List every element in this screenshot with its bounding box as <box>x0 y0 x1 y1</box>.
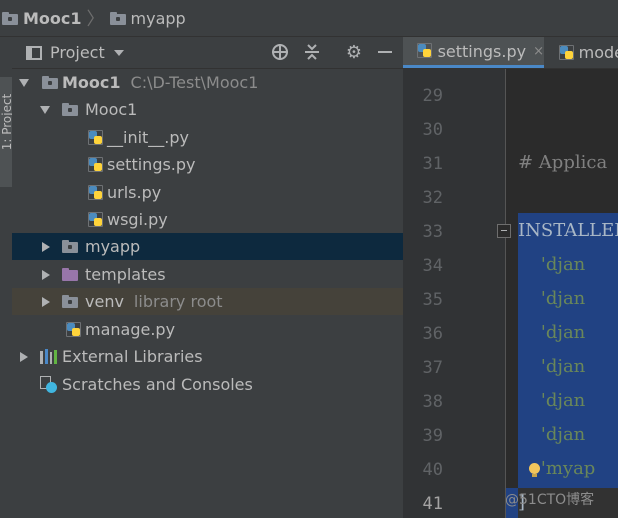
code-line: 'djan <box>518 254 586 275</box>
chevron-right-icon[interactable] <box>42 241 50 252</box>
chevron-right-icon[interactable] <box>42 269 50 280</box>
project-panel-header: Project ⚙ <box>12 37 403 69</box>
line-number: 34 <box>422 256 443 276</box>
python-file-icon <box>88 129 104 146</box>
scratches-icon <box>40 375 58 394</box>
close-icon[interactable]: × <box>533 44 544 59</box>
line-number: 40 <box>422 460 443 480</box>
project-tool-tab[interactable]: 1: Project <box>0 77 14 187</box>
tree-row-file[interactable]: manage.py <box>12 316 403 343</box>
panel-view-icon <box>26 45 42 60</box>
code-line: 'djan <box>518 322 586 343</box>
line-number: 35 <box>422 290 443 310</box>
code-line: # Applica <box>518 152 608 173</box>
tab-label: settings.py <box>437 41 527 61</box>
tree-row-project-root[interactable]: Mooc1 C:\D-Test\Mooc1 <box>12 69 403 96</box>
tree-item-label: Mooc1 <box>85 100 138 119</box>
chevron-down-icon[interactable] <box>113 49 124 56</box>
line-number: 33 <box>422 222 443 242</box>
tab-models-py[interactable]: mode <box>544 37 618 68</box>
breadcrumb-separator: 〉 <box>86 9 105 30</box>
code-line: 'djan <box>518 424 586 445</box>
line-number: 39 <box>422 426 443 446</box>
line-number: 32 <box>422 188 443 208</box>
chevron-down-icon[interactable] <box>19 78 29 87</box>
tab-settings-py[interactable]: settings.py × <box>403 37 544 68</box>
tree-row-scratches[interactable]: Scratches and Consoles <box>12 371 403 398</box>
line-number: 31 <box>422 154 443 174</box>
folder-icon <box>2 11 18 25</box>
tree-row-external-libraries[interactable]: External Libraries <box>12 343 403 370</box>
tree-item-hint: library root <box>133 292 223 311</box>
breadcrumb-item-folder[interactable]: myapp <box>109 8 186 28</box>
tree-row-file[interactable]: __init__.py <box>12 124 403 151</box>
tree-item-label: Mooc1 C:\D-Test\Mooc1 <box>62 73 259 92</box>
tree-item-label: wsgi.py <box>107 210 168 229</box>
fold-marker-icon[interactable] <box>497 224 511 238</box>
tree-item-label: myapp <box>85 237 141 256</box>
python-file-icon <box>88 156 104 173</box>
watermark: @51CTO博客 <box>505 492 595 508</box>
project-panel: Project ⚙ Mooc1 C:\D-Test\Mooc1 Mooc1 __i <box>12 37 403 518</box>
chevron-right-icon[interactable] <box>42 296 50 307</box>
breadcrumb-item-project[interactable]: Mooc1 <box>2 9 82 28</box>
tree-item-label: templates <box>85 265 166 284</box>
tree-item-label: settings.py <box>107 155 196 174</box>
python-file-icon <box>417 43 432 59</box>
minimize-icon[interactable] <box>375 43 395 63</box>
tree-row-myapp[interactable]: myapp <box>12 233 403 260</box>
code-line: 'djan <box>518 356 586 377</box>
tree-item-label: manage.py <box>85 320 176 339</box>
tree-item-label: venv library root <box>85 292 223 311</box>
line-number: 36 <box>422 324 443 344</box>
tree-item-label: Scratches and Consoles <box>62 375 253 394</box>
tree-row-file[interactable]: settings.py <box>12 151 403 178</box>
tab-label: mode <box>578 43 618 62</box>
tree-item-label: External Libraries <box>62 347 203 366</box>
line-number: 37 <box>422 358 443 378</box>
tree-row-file[interactable]: wsgi.py <box>12 206 403 233</box>
tree-row-file[interactable]: urls.py <box>12 179 403 206</box>
line-number: 41 <box>422 494 443 514</box>
lightbulb-icon[interactable] <box>528 463 540 477</box>
libraries-icon <box>40 349 57 364</box>
tree-row-package[interactable]: Mooc1 <box>12 96 403 123</box>
collapse-icon[interactable] <box>302 43 322 63</box>
line-number: 29 <box>422 86 443 106</box>
line-number: 38 <box>422 392 443 412</box>
python-file-icon <box>88 184 104 201</box>
folder-icon <box>42 76 58 89</box>
code-line: 'djan <box>518 390 586 411</box>
purple-folder-icon <box>62 268 78 281</box>
line-number: 30 <box>422 120 443 140</box>
breadcrumb: Mooc1 〉 myapp <box>0 0 618 37</box>
folder-icon <box>62 240 78 253</box>
editor-tab-bar: settings.py × mode <box>403 37 618 69</box>
code-line: INSTALLED <box>518 220 618 241</box>
chevron-right-icon[interactable] <box>20 351 28 362</box>
breadcrumb-folder-label: myapp <box>130 8 186 28</box>
python-file-icon <box>559 44 574 61</box>
code-line: 'djan <box>518 288 586 309</box>
target-icon[interactable] <box>270 43 290 63</box>
tree-item-label: urls.py <box>107 183 162 202</box>
folder-icon <box>62 103 78 116</box>
gear-icon[interactable]: ⚙ <box>344 43 364 63</box>
python-file-icon <box>88 211 104 228</box>
chevron-down-icon[interactable] <box>40 105 50 114</box>
tree-item-path: C:\D-Test\Mooc1 <box>130 73 259 92</box>
python-file-icon <box>66 321 82 338</box>
folder-icon <box>109 11 126 25</box>
project-view-selector[interactable]: Project <box>50 43 105 62</box>
breadcrumb-project-label: Mooc1 <box>23 8 82 28</box>
tree-row-templates[interactable]: templates <box>12 261 403 288</box>
tree-row-venv[interactable]: venv library root <box>12 288 403 315</box>
tree-item-label: __init__.py <box>107 128 190 147</box>
folder-icon <box>62 295 78 308</box>
